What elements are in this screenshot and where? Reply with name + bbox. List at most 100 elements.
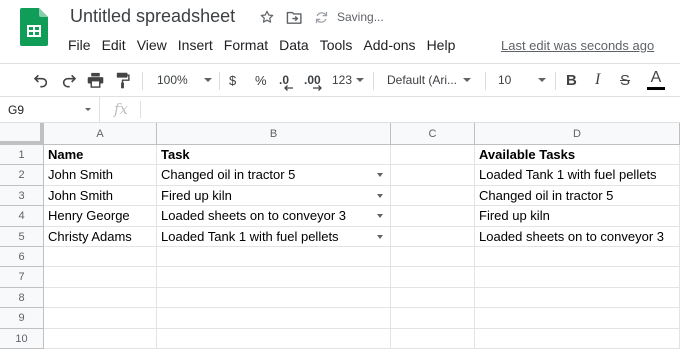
cell-a7[interactable]	[44, 267, 157, 288]
column-header-a[interactable]: A	[44, 123, 157, 145]
cell-a3[interactable]: John Smith	[44, 185, 157, 207]
toolbar-divider	[373, 72, 374, 90]
column-header-c[interactable]: C	[391, 123, 475, 145]
row-header-9[interactable]: 9	[0, 308, 44, 329]
decrease-decimal-button[interactable]: .0	[279, 64, 293, 96]
cell-d1[interactable]: Available Tasks	[475, 145, 680, 166]
cell-b9[interactable]	[157, 308, 391, 329]
cell-a8[interactable]	[44, 287, 157, 309]
save-status: Saving...	[337, 10, 384, 24]
cell-b6[interactable]	[157, 247, 391, 268]
formula-input[interactable]	[148, 102, 668, 118]
document-title[interactable]: Untitled spreadsheet	[70, 6, 235, 27]
dropdown-arrow-icon[interactable]	[377, 193, 383, 198]
menu-view[interactable]: View	[137, 37, 167, 53]
cell-c3[interactable]	[391, 185, 475, 207]
cell-b1[interactable]: Task	[157, 145, 391, 166]
menu-insert[interactable]: Insert	[178, 37, 213, 53]
cell-a2[interactable]: John Smith	[44, 165, 157, 186]
cell-d9[interactable]	[475, 308, 680, 329]
currency-format-button[interactable]: $	[229, 64, 236, 96]
cell-c4[interactable]	[391, 206, 475, 227]
cell-a6[interactable]	[44, 247, 157, 268]
last-edit-link[interactable]: Last edit was seconds ago	[501, 38, 654, 53]
row-header-5[interactable]: 5	[0, 226, 44, 247]
bold-label: B	[566, 71, 577, 89]
cell-c8[interactable]	[391, 287, 475, 309]
cell-d5[interactable]: Loaded sheets on to conveyor 3	[475, 226, 680, 247]
cell-b3[interactable]: Fired up kiln	[157, 185, 391, 207]
cell-d3[interactable]: Changed oil in tractor 5	[475, 185, 680, 207]
font-size-select[interactable]: 10	[498, 64, 547, 96]
cell-d4[interactable]: Fired up kiln	[475, 206, 680, 227]
column-header-b[interactable]: B	[157, 123, 391, 145]
select-all-corner[interactable]	[0, 123, 44, 145]
dropdown-arrow-icon[interactable]	[377, 234, 383, 239]
zoom-select[interactable]: 100%	[157, 64, 212, 96]
paint-format-button[interactable]	[115, 64, 130, 96]
row-header-8[interactable]: 8	[0, 287, 44, 309]
cell-a5[interactable]: Christy Adams	[44, 226, 157, 247]
cell-c10[interactable]	[391, 328, 475, 349]
percent-format-button[interactable]: %	[255, 64, 267, 96]
cell-c6[interactable]	[391, 247, 475, 268]
cell-c1[interactable]	[391, 145, 475, 166]
cell-a4[interactable]: Henry George	[44, 206, 157, 227]
cell-b5[interactable]: Loaded Tank 1 with fuel pellets	[157, 226, 391, 247]
menu-data[interactable]: Data	[279, 37, 309, 53]
menu-add-ons[interactable]: Add-ons	[363, 37, 415, 53]
column-header-d[interactable]: D	[475, 123, 680, 145]
cell-d6[interactable]	[475, 247, 680, 268]
cell-b2[interactable]: Changed oil in tractor 5	[157, 165, 391, 186]
formula-divider	[140, 101, 141, 118]
print-button[interactable]	[87, 64, 104, 96]
menu-help[interactable]: Help	[427, 37, 456, 53]
strikethrough-button[interactable]: S	[620, 64, 630, 96]
move-to-folder-icon[interactable]	[286, 10, 303, 25]
cell-b8[interactable]	[157, 287, 391, 309]
cell-c5[interactable]	[391, 226, 475, 247]
italic-button[interactable]: I	[595, 64, 600, 96]
dropdown-arrow-icon[interactable]	[377, 173, 383, 178]
cell-d10[interactable]	[475, 328, 680, 349]
row-header-1[interactable]: 1	[0, 145, 44, 166]
cell-c7[interactable]	[391, 267, 475, 288]
cell-c2[interactable]	[391, 165, 475, 186]
spreadsheet-grid[interactable]: A B C D 1 Name Task Available Tasks 2 John Smith C…	[0, 123, 680, 349]
cell-b10[interactable]	[157, 328, 391, 349]
cell-b7[interactable]	[157, 267, 391, 288]
cell-a9[interactable]	[44, 308, 157, 329]
star-icon[interactable]	[259, 9, 275, 25]
row-header-2[interactable]: 2	[0, 165, 44, 186]
cell-c9[interactable]	[391, 308, 475, 329]
undo-button[interactable]	[33, 64, 49, 96]
text-color-button[interactable]: A	[647, 64, 665, 96]
row-header-3[interactable]: 3	[0, 185, 44, 207]
cell-d7[interactable]	[475, 267, 680, 288]
font-family-select[interactable]: Default (Ari...	[387, 64, 472, 96]
menu-tools[interactable]: Tools	[320, 37, 353, 53]
toolbar-divider	[485, 72, 486, 90]
cell-d8[interactable]	[475, 287, 680, 309]
sheets-logo-icon[interactable]	[20, 8, 48, 46]
redo-button[interactable]	[61, 64, 77, 96]
menu-edit[interactable]: Edit	[102, 37, 126, 53]
cell-b4[interactable]: Loaded sheets on to conveyor 3	[157, 206, 391, 227]
menu-file[interactable]: File	[68, 37, 91, 53]
cell-d2[interactable]: Loaded Tank 1 with fuel pellets	[475, 165, 680, 186]
cell-a1[interactable]: Name	[44, 145, 157, 166]
name-box[interactable]: G9	[0, 97, 100, 122]
increase-decimal-button[interactable]: .00	[304, 64, 322, 96]
dropdown-arrow-icon[interactable]	[377, 214, 383, 219]
cell-text: Loaded sheets on to conveyor 3	[161, 208, 347, 224]
more-formats-select[interactable]: 123	[332, 64, 365, 96]
bold-button[interactable]: B	[566, 64, 577, 96]
row-header-6[interactable]: 6	[0, 247, 44, 268]
menu-format[interactable]: Format	[224, 37, 268, 53]
row-header-10[interactable]: 10	[0, 328, 44, 349]
cell-a10[interactable]	[44, 328, 157, 349]
row-header-4[interactable]: 4	[0, 206, 44, 227]
cell-text: Changed oil in tractor 5	[479, 187, 614, 203]
cell-text: Changed oil in tractor 5	[161, 167, 296, 183]
row-header-7[interactable]: 7	[0, 267, 44, 288]
